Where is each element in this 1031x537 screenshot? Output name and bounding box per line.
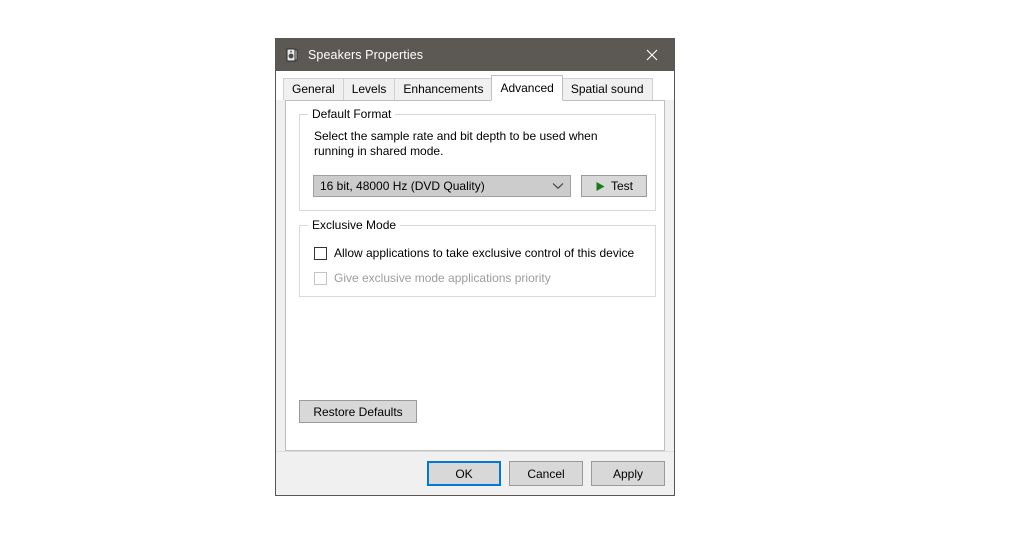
tab-strip-area: General Levels Enhancements Advanced Spa… [276, 71, 674, 101]
test-button-label: Test [610, 179, 633, 193]
close-icon [646, 49, 657, 61]
default-format-description: Select the sample rate and bit depth to … [314, 129, 598, 158]
tab-spatial-sound[interactable]: Spatial sound [561, 78, 653, 100]
exclusive-control-checkbox[interactable] [314, 246, 327, 260]
advanced-tab-panel: Default Format Select the sample rate an… [285, 100, 665, 451]
test-button[interactable]: Test [581, 175, 647, 197]
tab-advanced[interactable]: Advanced [491, 75, 563, 101]
default-format-group: Default Format Select the sample rate an… [299, 107, 656, 211]
chevron-down-icon [546, 182, 570, 190]
exclusive-mode-group: Exclusive Mode Allow applications to tak… [299, 218, 656, 297]
default-format-selected-value: 16 bit, 48000 Hz (DVD Quality) [320, 179, 485, 193]
close-button[interactable] [629, 39, 674, 71]
speaker-device-icon [286, 48, 298, 62]
dialog-footer: OK Cancel Apply [276, 451, 674, 495]
exclusive-control-checkbox-row[interactable]: Allow applications to take exclusive con… [314, 246, 634, 260]
title-bar: Speakers Properties [276, 39, 674, 71]
tab-enhancements[interactable]: Enhancements [394, 78, 493, 100]
window-title: Speakers Properties [308, 48, 424, 62]
exclusive-priority-label: Give exclusive mode applications priorit… [334, 271, 551, 285]
exclusive-control-label: Allow applications to take exclusive con… [334, 246, 635, 260]
tab-general[interactable]: General [283, 78, 344, 100]
default-format-legend: Default Format [308, 107, 396, 121]
ok-button[interactable]: OK [427, 461, 501, 486]
cancel-button[interactable]: Cancel [509, 461, 583, 486]
default-format-combobox[interactable]: 16 bit, 48000 Hz (DVD Quality) [313, 175, 571, 197]
exclusive-priority-checkbox [314, 271, 327, 285]
exclusive-mode-legend: Exclusive Mode [308, 218, 401, 232]
speakers-properties-dialog: Speakers Properties General Levels Enhan… [275, 38, 675, 496]
tab-strip: General Levels Enhancements Advanced Spa… [276, 75, 674, 101]
play-triangle-icon [596, 181, 605, 191]
apply-button[interactable]: Apply [591, 461, 665, 486]
tab-levels[interactable]: Levels [342, 78, 396, 100]
exclusive-priority-checkbox-row: Give exclusive mode applications priorit… [314, 271, 551, 285]
restore-defaults-button[interactable]: Restore Defaults [299, 400, 417, 423]
